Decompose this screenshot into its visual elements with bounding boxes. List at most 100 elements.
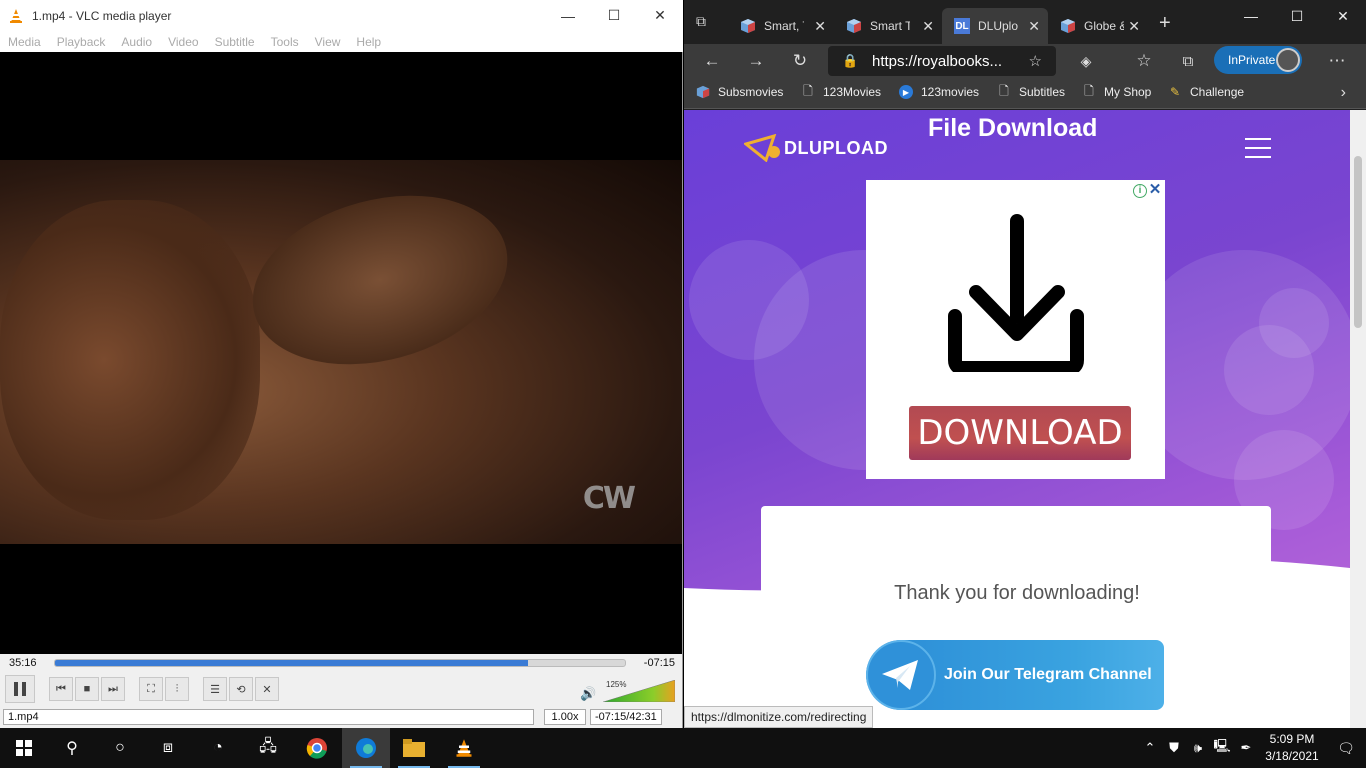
dlupload-logo-text: DLUPLOAD xyxy=(784,137,888,158)
gauge-icon: ◔ xyxy=(213,739,223,756)
webpage-content: DLUPLOAD File Download i ✕ DOWNLOAD Than… xyxy=(684,110,1350,728)
bookmark-label: Challenge xyxy=(1190,85,1245,99)
chrome-app[interactable] xyxy=(293,728,341,768)
bookmark-subtitles[interactable]: 🗋 Subtitles xyxy=(997,84,1065,100)
speaker-icon[interactable]: 🕪 xyxy=(1186,740,1210,756)
add-favorite-icon[interactable]: ☆ xyxy=(1029,52,1042,70)
vlc-maximize-button[interactable]: ☐ xyxy=(591,0,637,31)
stop-button[interactable]: ■ xyxy=(75,677,99,701)
start-button[interactable] xyxy=(0,728,48,768)
vlc-app[interactable] xyxy=(440,728,488,768)
cortana-button[interactable]: ○ xyxy=(96,728,144,768)
vlc-window: 1.mp4 - VLC media player — ☐ ✕ Media Pla… xyxy=(0,0,683,728)
edge-app[interactable] xyxy=(342,728,390,768)
bookmark-subsmovies[interactable]: Subsmovies xyxy=(696,85,783,99)
defender-icon[interactable]: ⛊ xyxy=(1162,740,1186,756)
edge-minimize-button[interactable]: — xyxy=(1228,0,1274,32)
seek-bar[interactable] xyxy=(54,659,626,667)
speedometer-app[interactable]: ◔ xyxy=(194,728,242,768)
pause-icon xyxy=(14,682,26,696)
extended-settings-button[interactable]: ⫶ xyxy=(165,677,189,701)
browser-toolbar: ← → ↻ 🔒 https://royalbooks... ☆ ◈ ☆ ⧉ In… xyxy=(684,44,1366,77)
task-view-button[interactable]: ⧈ xyxy=(144,728,192,768)
tab-close-icon[interactable]: ✕ xyxy=(1028,18,1040,35)
tab-dlupload[interactable]: DL DLUplo ✕ xyxy=(942,8,1048,44)
join-telegram-button[interactable]: Join Our Telegram Channel xyxy=(866,640,1164,710)
loop-button[interactable]: ⟲ xyxy=(229,677,253,701)
lock-icon[interactable]: 🔒 xyxy=(842,53,858,69)
edge-close-button[interactable]: ✕ xyxy=(1320,0,1366,32)
fullscreen-icon: ⛶ xyxy=(147,682,155,695)
pause-button[interactable] xyxy=(5,675,35,703)
vlc-menu-audio[interactable]: Audio xyxy=(113,35,160,49)
vlc-close-button[interactable]: ✕ xyxy=(637,0,683,31)
inprivate-badge[interactable]: InPrivate xyxy=(1214,46,1302,74)
bookmark-my-shop[interactable]: 🗋 My Shop xyxy=(1082,84,1151,100)
previous-button[interactable]: ⏮ xyxy=(49,677,73,701)
vlc-seek-row: 35:16 -07:15 xyxy=(0,654,682,672)
forward-button[interactable]: → xyxy=(744,49,768,73)
vlc-menu-help[interactable]: Help xyxy=(348,35,389,49)
tab-globe[interactable]: Globe & ✕ xyxy=(1048,8,1148,44)
tab-close-icon[interactable]: ✕ xyxy=(814,18,826,35)
fullscreen-button[interactable]: ⛶ xyxy=(139,677,163,701)
vlc-titlebar[interactable]: 1.mp4 - VLC media player — ☐ ✕ xyxy=(0,0,683,31)
ad-download-button[interactable]: DOWNLOAD xyxy=(909,406,1131,460)
vlc-menu-playback[interactable]: Playback xyxy=(49,35,114,49)
hamburger-menu-icon[interactable] xyxy=(1245,138,1271,158)
tab-smart-1[interactable]: Smart, T ✕ xyxy=(728,8,834,44)
tab-close-icon[interactable]: ✕ xyxy=(922,18,934,35)
vlc-menu-view[interactable]: View xyxy=(307,35,349,49)
bookmark-label: Subsmovies xyxy=(718,85,784,99)
ad-info-icon[interactable]: i xyxy=(1133,184,1147,198)
tab-close-icon[interactable]: ✕ xyxy=(1128,18,1140,35)
network-icon[interactable]: 🖳 xyxy=(1210,737,1234,759)
vlc-minimize-button[interactable]: — xyxy=(545,0,591,31)
address-url[interactable]: https://royalbooks... xyxy=(872,53,1002,70)
status-time[interactable]: -07:15/42:31 xyxy=(590,709,662,725)
address-bar[interactable]: 🔒 https://royalbooks... ☆ xyxy=(828,46,1056,76)
edge-maximize-button[interactable]: ☐ xyxy=(1274,0,1320,32)
next-button[interactable]: ⏭ xyxy=(101,677,125,701)
vlc-menu-tools[interactable]: Tools xyxy=(263,35,307,49)
more-menu-icon[interactable]: ⋯ xyxy=(1325,49,1349,73)
tab-smart-2[interactable]: Smart T ✕ xyxy=(834,8,942,44)
vlc-menu-subtitle[interactable]: Subtitle xyxy=(207,35,263,49)
ad-close-icon[interactable]: ✕ xyxy=(1147,182,1163,198)
chevron-up-icon[interactable]: ⌃ xyxy=(1138,740,1162,756)
scrollbar-thumb[interactable] xyxy=(1354,156,1362,328)
refresh-button[interactable]: ↻ xyxy=(788,49,812,73)
inprivate-label: InPrivate xyxy=(1228,53,1276,67)
circle-icon: ○ xyxy=(115,739,125,756)
remaining-time[interactable]: -07:15 xyxy=(644,657,675,669)
playlist-button[interactable]: ☰ xyxy=(203,677,227,701)
favorites-icon[interactable]: ☆ xyxy=(1132,49,1156,73)
chevron-right-icon[interactable]: › xyxy=(1341,84,1346,102)
bookmark-123movies-a[interactable]: 🗋 123Movies xyxy=(801,83,881,100)
elapsed-time[interactable]: 35:16 xyxy=(9,657,37,669)
vlc-video-area[interactable]: CW xyxy=(0,52,682,654)
network-app[interactable]: 🖧 xyxy=(244,728,292,768)
pen-icon[interactable]: ✒ xyxy=(1234,740,1258,756)
clock[interactable]: 5:09 PM 3/18/2021 xyxy=(1258,731,1326,765)
dlupload-logo[interactable]: DLUPLOAD xyxy=(744,134,888,162)
page-scrollbar[interactable] xyxy=(1350,110,1366,728)
tab-actions-icon[interactable]: ⧉ xyxy=(696,13,716,33)
collections-icon[interactable]: ⧉ xyxy=(1176,49,1200,73)
notification-icon[interactable]: 🗨 xyxy=(1326,740,1366,757)
search-button[interactable]: ⚲ xyxy=(48,728,96,768)
bookmark-challenge[interactable]: ✎ Challenge xyxy=(1168,85,1244,99)
vlc-menu-media[interactable]: Media xyxy=(0,35,49,49)
bookmark-123movies-b[interactable]: ▶ 123movies xyxy=(899,85,979,99)
vlc-menu-video[interactable]: Video xyxy=(160,35,206,49)
shuffle-button[interactable]: ✕ xyxy=(255,677,279,701)
download-ad[interactable]: i ✕ DOWNLOAD xyxy=(866,180,1165,479)
profile-avatar[interactable] xyxy=(1276,48,1300,72)
page-icon: 🗋 xyxy=(803,83,813,98)
file-explorer-app[interactable] xyxy=(390,728,438,768)
status-speed[interactable]: 1.00x xyxy=(544,709,586,725)
back-button[interactable]: ← xyxy=(700,49,724,73)
extension-icon[interactable]: ◈ xyxy=(1074,49,1098,73)
volume-icon[interactable]: 🔊 xyxy=(580,686,596,702)
new-tab-button[interactable]: + xyxy=(1159,13,1171,33)
